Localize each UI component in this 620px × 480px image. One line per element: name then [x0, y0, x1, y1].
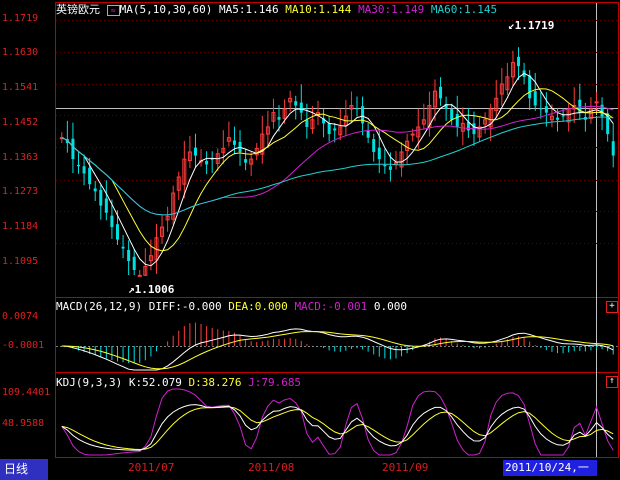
macd-extra: 0.000	[373, 300, 408, 313]
ma-lines-group	[61, 72, 614, 267]
candle-body	[539, 108, 543, 110]
candle-body	[110, 215, 114, 228]
candle-body	[333, 128, 337, 131]
candle-body	[556, 117, 560, 120]
bottom-tab-label: 日线	[4, 462, 29, 476]
candle-body	[104, 198, 108, 213]
macd-group	[56, 322, 618, 371]
kdj-title: KDJ(9,3,3)	[56, 376, 123, 389]
candle-body	[528, 75, 532, 99]
candle-body	[137, 274, 142, 277]
ma60-line	[61, 116, 614, 216]
current-date-box: 2011/10/24,一	[503, 460, 597, 476]
kdj-y-label: 109.4401	[2, 387, 51, 398]
candle-body	[450, 109, 454, 120]
candle-body	[277, 116, 281, 120]
ma10-value: MA10:1.144	[285, 3, 352, 16]
ma5-value: MA5:1.146	[218, 3, 279, 16]
price-y-label: 1.1095	[2, 256, 39, 267]
price-y-label: 1.1452	[2, 117, 39, 128]
candle-body	[327, 123, 331, 135]
price-y-label: 1.1363	[2, 152, 39, 163]
plus-icon[interactable]: +	[606, 301, 618, 313]
kdj-j: J:79.685	[248, 376, 302, 389]
kdj-y-label: 48.9588	[2, 418, 45, 429]
candles-group	[59, 47, 615, 277]
dea-line	[61, 331, 614, 370]
price-y-label: 1.1719	[2, 13, 39, 24]
candle-body	[121, 246, 125, 249]
low-price-label: ↗1.1006	[128, 283, 175, 296]
candle-body	[544, 106, 548, 113]
candle-body	[76, 164, 80, 167]
candle-body	[439, 86, 443, 99]
candle-body	[305, 119, 309, 127]
candle-body	[99, 189, 103, 206]
candle-body	[71, 138, 75, 160]
symbol-name: 英镑欧元	[56, 3, 100, 16]
price-grid	[56, 20, 618, 244]
candle-body	[127, 249, 131, 262]
candle-body	[372, 139, 376, 152]
price-y-label: 1.1273	[2, 186, 39, 197]
candle-body	[517, 56, 521, 67]
candle-body	[132, 256, 136, 270]
kdj-legend: KDJ(9,3,3) K:52.079 D:38.276 J:79.685	[56, 376, 301, 389]
ma-legend-icon[interactable]: ≈	[106, 4, 120, 16]
macd-y-label: 0.0074	[2, 311, 39, 322]
candle-body	[299, 102, 303, 113]
price-y-label: 1.1630	[2, 47, 39, 58]
diff-line	[61, 328, 614, 371]
candle-body	[355, 108, 359, 110]
macd-y-label: -0.0001	[2, 340, 45, 351]
candle-body	[611, 141, 615, 156]
low-price-value: 1.1006	[134, 283, 175, 296]
candle-body	[193, 147, 197, 156]
candle-body	[377, 147, 381, 160]
up-arrow-icon[interactable]: ↑	[606, 376, 618, 388]
x-tick: 2011/09	[382, 461, 429, 474]
price-legend: 英镑欧元 ≈ MA(5,10,30,60) MA5:1.146 MA10:1.14…	[56, 3, 497, 16]
macd-dea: DEA:0.000	[228, 300, 288, 313]
macd-title: MACD(26,12,9)	[56, 300, 143, 313]
kdj-k: K:52.079	[128, 376, 182, 389]
candle-body	[533, 91, 537, 106]
high-price-label: ↙1.1719	[508, 19, 555, 32]
candle-body	[410, 133, 415, 136]
candle-body	[594, 101, 599, 104]
candle-body	[205, 160, 209, 165]
macd-value: MACD:-0.001	[294, 300, 368, 313]
current-date: 2011/10/24,一	[505, 461, 589, 474]
candle-body	[244, 159, 248, 163]
kdj-group	[61, 388, 614, 456]
candle-body	[561, 115, 565, 117]
price-y-label: 1.1184	[2, 221, 39, 232]
candle-body	[294, 101, 298, 106]
bottom-tab-daily[interactable]: 日线	[0, 459, 48, 480]
candle-body	[115, 224, 119, 240]
x-tick: 2011/07	[128, 461, 175, 474]
candle-body	[232, 140, 236, 145]
macd-diff: DIFF:-0.000	[148, 300, 222, 313]
candle-body	[93, 188, 97, 192]
candle-body	[388, 166, 392, 170]
candle-body	[88, 167, 92, 185]
candle-body	[366, 130, 370, 138]
ma-params-label: MA(5,10,30,60)	[119, 3, 213, 16]
stock-chart-window: 英镑欧元 ≈ MA(5,10,30,60) MA5:1.146 MA10:1.14…	[0, 0, 620, 480]
price-panel-frame	[55, 2, 619, 298]
kdj-d: D:38.276	[188, 376, 242, 389]
high-price-value: 1.1719	[514, 19, 555, 32]
macd-legend: MACD(26,12,9) DIFF:-0.000 DEA:0.000 MACD…	[56, 300, 407, 313]
candle-body	[455, 114, 459, 127]
ma30-line	[61, 105, 614, 216]
ma60-value: MA60:1.145	[430, 3, 498, 16]
candle-body	[383, 164, 387, 167]
price-y-label: 1.1541	[2, 82, 39, 93]
chart-canvas[interactable]	[0, 0, 620, 480]
ma30-value: MA30:1.149	[358, 3, 425, 16]
j-line	[61, 388, 614, 456]
x-tick: 2011/08	[248, 461, 295, 474]
candle-body	[82, 166, 86, 174]
